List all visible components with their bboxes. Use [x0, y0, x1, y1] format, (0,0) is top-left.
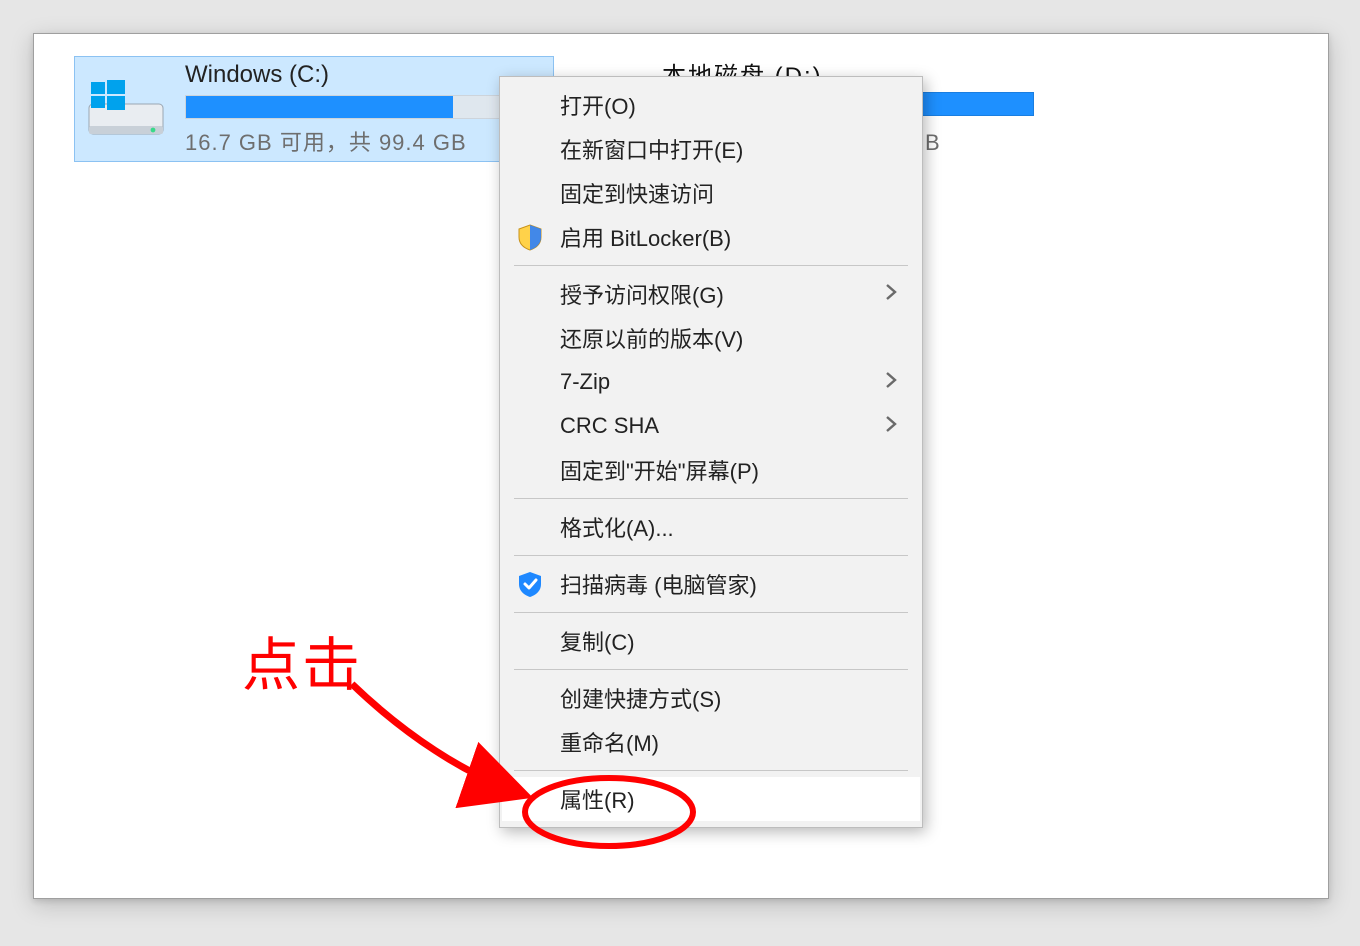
menu-pin-quick-access[interactable]: 固定到快速访问 — [502, 171, 920, 215]
shield-icon — [516, 223, 544, 251]
menu-separator — [514, 555, 908, 556]
context-menu: 打开(O) 在新窗口中打开(E) 固定到快速访问 启用 BitLocker(B)… — [499, 76, 923, 828]
menu-label: 还原以前的版本(V) — [560, 322, 743, 354]
menu-separator — [514, 770, 908, 771]
drive-info: Windows (C:) 16.7 GB 可用，共 99.4 GB — [185, 61, 553, 157]
menu-separator — [514, 669, 908, 670]
submenu-arrow-icon — [884, 369, 898, 395]
menu-pin-start[interactable]: 固定到"开始"屏幕(P) — [502, 448, 920, 492]
menu-properties[interactable]: 属性(R) — [502, 777, 920, 821]
menu-grant-access[interactable]: 授予访问权限(G) — [502, 272, 920, 316]
submenu-arrow-icon — [884, 281, 898, 307]
drive-usage-text: 16.7 GB 可用，共 99.4 GB — [185, 125, 553, 157]
menu-bitlocker[interactable]: 启用 BitLocker(B) — [502, 215, 920, 259]
menu-label: 重命名(M) — [560, 726, 659, 758]
menu-restore-previous[interactable]: 还原以前的版本(V) — [502, 316, 920, 360]
menu-separator — [514, 612, 908, 613]
menu-label: 格式化(A)... — [560, 511, 674, 543]
menu-7zip[interactable]: 7-Zip — [502, 360, 920, 404]
menu-label: 启用 BitLocker(B) — [560, 221, 731, 253]
submenu-arrow-icon — [884, 413, 898, 439]
menu-format[interactable]: 格式化(A)... — [502, 505, 920, 549]
menu-label: 创建快捷方式(S) — [560, 682, 721, 714]
menu-separator — [514, 265, 908, 266]
menu-label: 复制(C) — [560, 625, 635, 657]
menu-rename[interactable]: 重命名(M) — [502, 720, 920, 764]
antivirus-shield-icon — [516, 570, 544, 598]
menu-scan-virus[interactable]: 扫描病毒 (电脑管家) — [502, 562, 920, 606]
menu-label: 固定到快速访问 — [560, 177, 714, 209]
drive-usage-fill — [186, 96, 453, 118]
menu-label: CRC SHA — [560, 413, 659, 439]
drive-d-bar-peek — [904, 92, 1034, 116]
menu-label: 扫描病毒 (电脑管家) — [560, 568, 757, 600]
menu-separator — [514, 498, 908, 499]
menu-crc-sha[interactable]: CRC SHA — [502, 404, 920, 448]
annotation-arrow — [352, 684, 522, 794]
menu-copy[interactable]: 复制(C) — [502, 619, 920, 663]
menu-label: 授予访问权限(G) — [560, 278, 724, 310]
menu-label: 打开(O) — [560, 89, 636, 121]
explorer-window: Windows (C:) 16.7 GB 可用，共 99.4 GB 本地磁盘 (… — [33, 33, 1329, 899]
drive-c-tile[interactable]: Windows (C:) 16.7 GB 可用，共 99.4 GB — [74, 56, 554, 162]
menu-label: 属性(R) — [560, 783, 635, 815]
drive-d-tail-peek: B — [925, 130, 940, 156]
drive-name: Windows (C:) — [185, 61, 553, 89]
annotation-text: 点击 — [242, 618, 362, 702]
menu-open[interactable]: 打开(O) — [502, 83, 920, 127]
menu-create-shortcut[interactable]: 创建快捷方式(S) — [502, 676, 920, 720]
menu-label: 在新窗口中打开(E) — [560, 133, 743, 165]
menu-label: 7-Zip — [560, 369, 610, 395]
drive-usage-bar — [185, 95, 507, 119]
menu-label: 固定到"开始"屏幕(P) — [560, 454, 759, 486]
drive-icon — [85, 74, 167, 144]
menu-open-new-window[interactable]: 在新窗口中打开(E) — [502, 127, 920, 171]
